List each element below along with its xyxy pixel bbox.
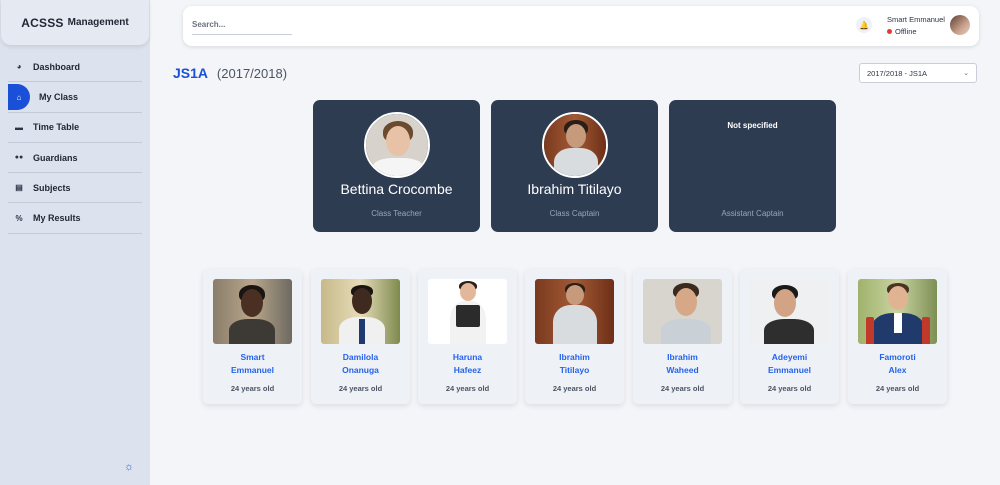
student-name[interactable]: Damilola Onanuga (311, 351, 410, 377)
class-teacher-card[interactable]: Bettina Crocombe Class Teacher (313, 100, 480, 232)
sidebar-item-dashboard[interactable]: ◕ Dashboard (8, 52, 142, 83)
student-last-name: Emmanuel (768, 365, 811, 375)
student-first-name: Damilola (342, 352, 379, 362)
sidebar: ACSSS Management ◕ Dashboard ⌂ My Class … (0, 0, 150, 485)
sidebar-item-label: Time Table (33, 122, 80, 133)
student-name[interactable]: Adeyemi Emmanuel (740, 351, 839, 377)
student-last-name: Emmanuel (231, 365, 274, 375)
class-year: (2017/2018) (216, 66, 288, 81)
sidebar-item-label: Dashboard (33, 61, 81, 72)
session-select-value: 2017/2018 - JS1A (867, 68, 928, 78)
student-age: 24 years old (767, 384, 812, 393)
student-photo (750, 279, 829, 344)
student-first-name: Famoroti (879, 352, 916, 362)
sidebar-item-time-table[interactable]: ▬ Time Table (8, 113, 142, 143)
assistant-captain-role-label: Assistant Captain (721, 209, 784, 218)
student-age: 24 years old (660, 384, 705, 393)
dashboard-icon: ◕ (16, 62, 22, 72)
student-card[interactable]: Smart Emmanuel 24 years old (203, 269, 302, 404)
student-name[interactable]: Haruna Hafeez (418, 351, 517, 377)
sidebar-item-label: Subjects (33, 182, 71, 193)
brand-suffix: Management (67, 17, 129, 28)
teacher-photo (363, 112, 430, 178)
student-age: 24 years old (445, 384, 490, 393)
student-photo (213, 279, 292, 344)
table-icon: ▬ (15, 122, 23, 132)
student-photo (321, 279, 400, 344)
page-title: JS1A (2017/2018) (173, 65, 287, 81)
users-icon: ●● (14, 154, 24, 162)
session-select[interactable]: 2017/2018 - JS1A ⌄ (859, 63, 977, 83)
student-last-name: Alex (888, 365, 907, 375)
chevron-down-icon: ⌄ (963, 70, 969, 77)
student-last-name: Titilayo (559, 365, 590, 375)
teacher-role-label: Class Teacher (371, 209, 422, 218)
sidebar-item-my-class[interactable]: ⌂ My Class (8, 82, 142, 113)
student-photo (428, 279, 507, 344)
student-first-name: Ibrahim (667, 352, 698, 362)
student-card[interactable]: Damilola Onanuga 24 years old (311, 269, 410, 404)
captain-role-label: Class Captain (549, 209, 600, 218)
student-first-name: Ibrahim (559, 352, 590, 362)
student-last-name: Waheed (666, 365, 699, 375)
student-card[interactable]: Famoroti Alex 24 years old (848, 269, 947, 404)
top-bar: 🔔 Smart Emmanuel Offline (183, 6, 979, 46)
user-info[interactable]: Smart Emmanuel Offline (887, 15, 945, 36)
sidebar-item-guardians[interactable]: ●● Guardians (8, 143, 142, 174)
student-age: 24 years old (230, 384, 275, 393)
avatar[interactable] (950, 15, 970, 35)
student-name[interactable]: Ibrahim Waheed (633, 351, 732, 377)
captain-photo (541, 112, 608, 178)
captain-name: Ibrahim Titilayo (527, 181, 622, 197)
student-card[interactable]: Ibrahim Waheed 24 years old (633, 269, 732, 404)
user-name: Smart Emmanuel (887, 15, 945, 24)
status-dot-icon (887, 29, 892, 34)
student-card[interactable]: Adeyemi Emmanuel 24 years old (740, 269, 839, 404)
user-status: Offline (887, 27, 945, 36)
student-last-name: Onanuga (342, 365, 379, 375)
search-input[interactable] (192, 15, 292, 35)
student-last-name: Hafeez (453, 365, 482, 375)
sidebar-item-my-results[interactable]: % My Results (8, 203, 142, 234)
sidebar-nav: ◕ Dashboard ⌂ My Class ▬ Time Table ●● G… (8, 52, 142, 234)
sidebar-item-label: My Class (39, 91, 79, 102)
student-age: 24 years old (338, 384, 383, 393)
student-age: 24 years old (552, 384, 597, 393)
user-status-text: Offline (895, 27, 917, 36)
student-first-name: Haruna (452, 352, 483, 362)
sidebar-item-subjects[interactable]: ▤ Subjects (8, 173, 142, 204)
sidebar-item-label: Guardians (33, 152, 78, 163)
book-icon: ▤ (15, 183, 23, 193)
teacher-name: Bettina Crocombe (340, 181, 453, 197)
student-photo (643, 279, 722, 344)
student-name[interactable]: Smart Emmanuel (203, 351, 302, 377)
brand-logo[interactable]: ACSSS Management (1, 0, 149, 45)
student-first-name: Smart (240, 352, 265, 362)
student-card[interactable]: Haruna Hafeez 24 years old (418, 269, 517, 404)
student-name[interactable]: Ibrahim Titilayo (525, 351, 624, 377)
sidebar-item-label: My Results (33, 213, 81, 224)
student-card[interactable]: Ibrahim Titilayo 24 years old (525, 269, 624, 404)
student-photo (858, 279, 937, 344)
notification-bell-icon[interactable]: 🔔 (856, 17, 872, 33)
student-age: 24 years old (875, 384, 920, 393)
home-icon: ⌂ (8, 84, 30, 111)
student-name[interactable]: Famoroti Alex (848, 351, 947, 377)
student-first-name: Adeyemi (771, 352, 808, 362)
student-photo (535, 279, 614, 344)
class-name: JS1A (173, 65, 209, 81)
theme-toggle-sun-icon[interactable]: ☼ (124, 461, 134, 473)
percent-icon: % (15, 213, 23, 223)
class-captain-card[interactable]: Ibrahim Titilayo Class Captain (491, 100, 658, 232)
assistant-captain-name: Not specified (727, 121, 778, 130)
brand-name: ACSSS (21, 15, 64, 30)
assistant-captain-card[interactable]: Not specified Assistant Captain (669, 100, 836, 232)
